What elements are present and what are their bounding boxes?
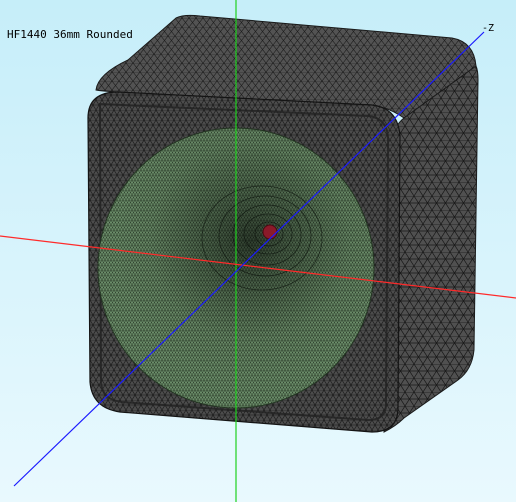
horn-shading [120, 118, 380, 374]
3d-viewport[interactable]: HF1440 36mm Rounded -Z [0, 0, 516, 502]
throat-marker [262, 224, 278, 240]
mesh-scene[interactable] [0, 0, 516, 502]
model-title: HF1440 36mm Rounded [7, 28, 133, 41]
z-axis-label: -Z [482, 23, 495, 34]
